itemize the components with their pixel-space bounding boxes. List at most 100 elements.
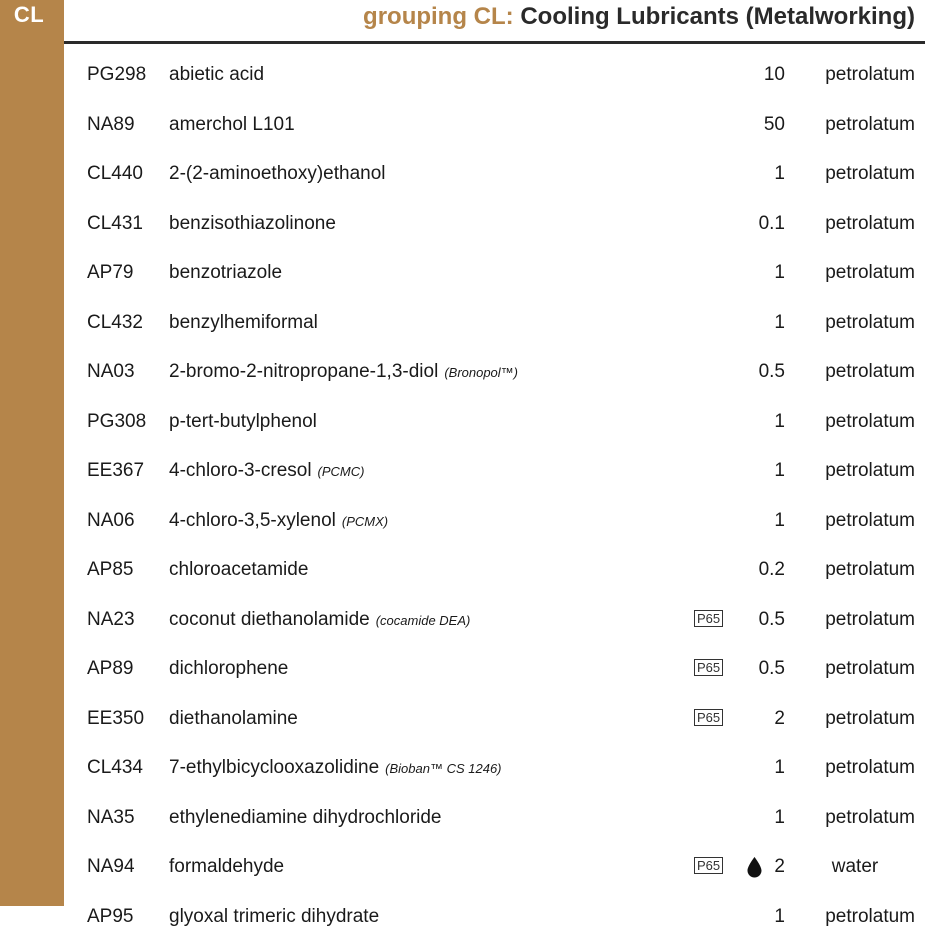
concentration: 2 — [774, 842, 785, 892]
allergen-name-text: benzisothiazolinone — [169, 213, 336, 234]
concentration: 1 — [774, 446, 785, 496]
vehicle: petrolatum — [795, 793, 915, 843]
concentration: 1 — [774, 793, 785, 843]
list-item: NA89amerchol L10150petrolatum — [64, 100, 925, 150]
allergen-name-text: diethanolamine — [169, 708, 298, 729]
concentration: 1 — [774, 892, 785, 941]
allergen-code: CL434 — [87, 743, 143, 793]
allergen-name-text: chloroacetamide — [169, 559, 308, 580]
allergen-code: PG308 — [87, 397, 146, 447]
allergen-code: NA03 — [87, 347, 135, 397]
allergen-code: EE367 — [87, 446, 144, 496]
allergen-code: AP95 — [87, 892, 133, 941]
allergen-name: benzotriazole — [169, 248, 282, 298]
allergen-name: benzylhemiformal — [169, 298, 318, 348]
group-sidebar: CL — [0, 0, 64, 906]
allergen-code: EE350 — [87, 694, 144, 744]
allergen-name: chloroacetamide — [169, 545, 308, 595]
allergen-code: CL440 — [87, 149, 143, 199]
allergen-name: 2-(2-aminoethoxy)ethanol — [169, 149, 386, 199]
allergen-name-text: dichlorophene — [169, 658, 288, 679]
list-item: EE350diethanolamineP652petrolatum — [64, 694, 925, 744]
vehicle: petrolatum — [795, 149, 915, 199]
allergen-name-text: 4-chloro-3-cresol — [169, 460, 312, 481]
allergen-name-text: p-tert-butylphenol — [169, 411, 317, 432]
allergen-name-text: coconut diethanolamide — [169, 609, 370, 630]
vehicle: petrolatum — [795, 199, 915, 249]
list-item: PG298 abietic acid 10petrolatum — [64, 50, 925, 100]
allergen-name-text: benzylhemiformal — [169, 312, 318, 333]
vehicle: petrolatum — [795, 248, 915, 298]
vehicle: petrolatum — [795, 397, 915, 447]
allergen-code: AP89 — [87, 644, 133, 694]
allergen-code: AP79 — [87, 248, 133, 298]
concentration: 0.1 — [759, 199, 785, 249]
allergen-alt-name: (PCMC) — [318, 464, 365, 479]
concentration: 10 — [764, 50, 785, 100]
allergen-code: NA23 — [87, 595, 135, 645]
list-item: AP85 chloroacetamide 0.2 petrolatum — [64, 545, 925, 595]
list-item: NA23 coconut diethanolamide (cocamide DEA)… — [64, 595, 925, 645]
allergen-code: CL431 — [87, 199, 143, 249]
allergen-name-text: formaldehyde — [169, 856, 284, 877]
vehicle: petrolatum — [795, 347, 915, 397]
concentration: 1 — [774, 149, 785, 199]
allergen-name-text: benzotriazole — [169, 262, 282, 283]
allergen-name-text: abietic acid — [169, 64, 264, 85]
concentration: 1 — [774, 248, 785, 298]
list-item: AP79 benzotriazole 1petrolatum — [64, 248, 925, 298]
allergen-name: p-tert-butylphenol — [169, 397, 317, 447]
allergen-name: 4-chloro-3,5-xylenol(PCMX) — [169, 496, 388, 547]
allergen-code: PG298 — [87, 50, 146, 100]
concentration: 0.2 — [759, 545, 785, 595]
vehicle: petrolatum — [795, 50, 915, 100]
allergen-name: 2-bromo-2-nitropropane-1,3-diol(Bronopol… — [169, 347, 518, 398]
page-header: grouping CL: Cooling Lubricants (Metalwo… — [64, 0, 925, 42]
vehicle: petrolatum — [795, 446, 915, 496]
list-item: NA03 2-bromo-2-nitropropane-1,3-diol(Bron… — [64, 347, 925, 397]
p65-badge: P65 — [694, 857, 723, 874]
list-item: CL434 7-ethylbicyclooxazolidine(Bioban™ C… — [64, 743, 925, 793]
vehicle: petrolatum — [795, 694, 915, 744]
allergen-name-text: 2-bromo-2-nitropropane-1,3-diol — [169, 361, 438, 382]
allergen-alt-name: (Bioban™ CS 1246) — [385, 761, 501, 776]
concentration: 0.5 — [759, 595, 785, 645]
allergen-name: coconut diethanolamide (cocamide DEA) — [169, 595, 470, 646]
vehicle: petrolatum — [795, 892, 915, 941]
vehicle: petrolatum — [795, 545, 915, 595]
allergen-name: diethanolamine — [169, 694, 298, 744]
list-item: CL431 benzisothiazolinone 0.1 petrolatum — [64, 199, 925, 249]
concentration: 1 — [774, 298, 785, 348]
concentration: 2 — [774, 694, 785, 744]
allergen-code: NA06 — [87, 496, 135, 546]
allergen-name: ethylenediamine dihydrochloride — [169, 793, 442, 843]
list-item: NA35ethylenediamine dihydrochloride1petr… — [64, 793, 925, 843]
vehicle: petrolatum — [795, 743, 915, 793]
page-title: grouping CL: Cooling Lubricants (Metalwo… — [363, 3, 915, 31]
list-item: PG308p-tert-butylphenol1petrolatum — [64, 397, 925, 447]
list-item: AP89dichloropheneP650.5petrolatum — [64, 644, 925, 694]
allergen-name: glyoxal trimeric dihydrate — [169, 892, 379, 941]
allergen-code: NA94 — [87, 842, 135, 892]
allergen-alt-name: (cocamide DEA) — [376, 613, 471, 628]
vehicle: petrolatum — [795, 644, 915, 694]
allergen-list: PG298abietic acid10petrolatumNA89amercho… — [64, 50, 925, 941]
header-divider — [64, 41, 925, 44]
allergen-code: CL432 — [87, 298, 143, 348]
allergen-name: formaldehyde — [169, 842, 284, 892]
allergen-name: 7-ethylbicyclooxazolidine(Bioban™ CS 124… — [169, 743, 502, 794]
allergen-code: AP85 — [87, 545, 133, 595]
water-drop-icon — [746, 856, 763, 878]
list-item: NA064-chloro-3,5-xylenol(PCMX)1petrolatu… — [64, 496, 925, 546]
vehicle: water — [795, 842, 915, 892]
allergen-name: benzisothiazolinone — [169, 199, 336, 249]
list-item: AP95 glyoxal trimeric dihydrate 1petrolatu… — [64, 892, 925, 941]
group-code: CL — [0, 2, 58, 28]
allergen-code: NA89 — [87, 100, 135, 150]
allergen-name: dichlorophene — [169, 644, 288, 694]
vehicle: petrolatum — [795, 100, 915, 150]
allergen-name-text: amerchol L101 — [169, 114, 295, 135]
allergen-name-text: 4-chloro-3,5-xylenol — [169, 510, 336, 531]
list-item: NA94 formaldehyde P65 2water — [64, 842, 925, 892]
allergen-name: 4-chloro-3-cresol (PCMC) — [169, 446, 364, 497]
